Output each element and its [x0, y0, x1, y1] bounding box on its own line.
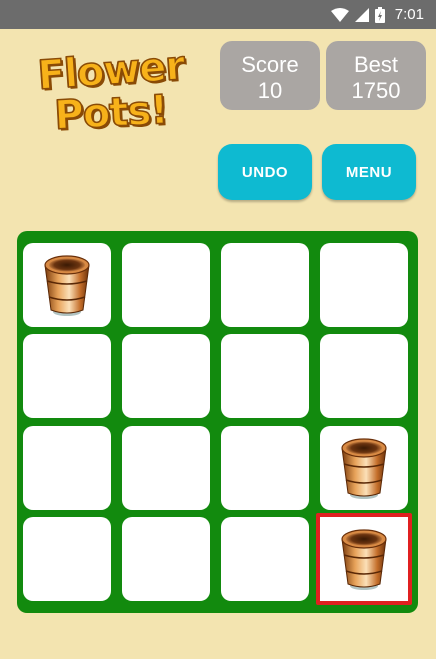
status-time: 7:01: [394, 6, 424, 23]
score-label: Score: [241, 52, 299, 77]
board-cell-r3-c1[interactable]: [23, 426, 111, 510]
board-cell-r4-c3[interactable]: [221, 517, 309, 601]
score-value: 10: [257, 78, 283, 103]
board-cell-r4-c1[interactable]: [23, 517, 111, 601]
logo-line-2: Pots!: [53, 86, 170, 139]
status-bar: 7:01: [0, 0, 436, 29]
board-cell-r1-c3[interactable]: [221, 243, 309, 327]
board-cell-r3-c2[interactable]: [122, 426, 210, 510]
flower-pot-icon: [338, 527, 390, 591]
game-logo: Flower Pots!: [36, 42, 187, 150]
battery-charging-icon: [374, 6, 385, 23]
board-cell-r1-c1[interactable]: [23, 243, 111, 327]
board-cell-r1-c4[interactable]: [320, 243, 408, 327]
board-cell-r3-c3[interactable]: [221, 426, 309, 510]
best-label: Best: [353, 52, 399, 77]
menu-button[interactable]: MENU: [322, 144, 416, 200]
board-cell-r2-c1[interactable]: [23, 334, 111, 418]
score-box: Score 10: [220, 41, 320, 110]
board-cell-r2-c4[interactable]: [320, 334, 408, 418]
wifi-icon: [330, 7, 349, 22]
best-value: 1750: [351, 78, 401, 103]
flower-pot-icon: [338, 436, 390, 500]
board-cell-r4-c4[interactable]: [316, 513, 412, 605]
board-cell-r2-c2[interactable]: [122, 334, 210, 418]
best-score-box: Best 1750: [326, 41, 426, 110]
flower-pot-icon: [41, 253, 93, 317]
board-cell-r2-c3[interactable]: [221, 334, 309, 418]
signal-icon: [354, 7, 369, 22]
game-board: [17, 231, 418, 613]
board-cell-r3-c4[interactable]: [320, 426, 408, 510]
undo-button[interactable]: UNDO: [218, 144, 312, 200]
board-cell-r4-c2[interactable]: [122, 517, 210, 601]
board-cell-r1-c2[interactable]: [122, 243, 210, 327]
